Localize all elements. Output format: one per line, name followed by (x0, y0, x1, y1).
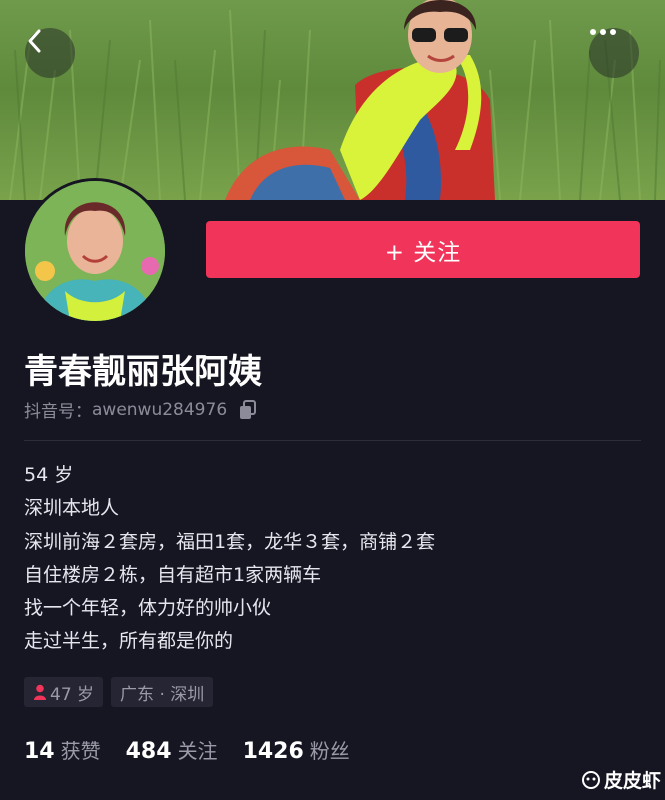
following-label: 关注 (177, 739, 218, 763)
douyin-id-value: awenwu284976 (92, 399, 228, 420)
bio-line: 自住楼房２栋，自有超市1家两辆车 (24, 563, 322, 586)
likes-count: 14 (24, 739, 55, 764)
watermark-text: 皮皮虾 (604, 770, 662, 792)
bio-line: 54 岁 (24, 464, 74, 486)
watermark: 皮皮虾 (581, 766, 661, 793)
bio-line: 深圳前海２套房，福田1套，龙华３套，商铺２套 (24, 530, 436, 553)
bio-line: 深圳本地人 (24, 497, 120, 520)
followers-count: 1426 (242, 739, 304, 764)
age-tag: 47 岁 (24, 677, 104, 707)
location-tag: 广东 · 深圳 (111, 677, 214, 707)
following-count: 484 (125, 739, 172, 764)
copy-icon[interactable] (239, 399, 257, 420)
avatar[interactable] (22, 178, 168, 324)
location-tag-label: 广东 · 深圳 (120, 684, 205, 705)
divider (24, 440, 641, 441)
back-button[interactable] (25, 28, 75, 78)
more-dots-icon (590, 29, 616, 35)
followers-stat[interactable]: 1426 粉丝 (243, 735, 350, 764)
female-person-icon (33, 684, 47, 700)
profile-bio: 54 岁 深圳本地人 深圳前海２套房，福田1套，龙华３套，商铺２套 自住楼房２栋… (24, 459, 435, 659)
profile-nickname: 青春靓丽张阿姨 (24, 352, 262, 392)
bio-line: 找一个年轻，体力好的帅小伙 (24, 597, 272, 620)
douyin-id-prefix: 抖音号： (24, 402, 92, 422)
likes-label: 获赞 (60, 739, 101, 763)
profile-tags: 47 岁 广东 · 深圳 (24, 677, 221, 707)
more-options-button[interactable] (589, 28, 639, 78)
cover-photo-illustration (9, 0, 661, 200)
age-tag-label: 47 岁 (50, 684, 95, 705)
cover-photo (0, 0, 665, 200)
chevron-left-icon (28, 29, 41, 53)
watermark-logo-icon (581, 770, 601, 790)
follow-button[interactable]: + 关注 (206, 221, 640, 278)
followers-label: 粉丝 (309, 739, 350, 763)
following-stat[interactable]: 484 关注 (126, 735, 218, 764)
likes-stat[interactable]: 14 获赞 (24, 735, 101, 764)
profile-stats: 14 获赞 484 关注 1426 粉丝 (24, 735, 375, 764)
avatar-portrait (25, 181, 165, 321)
bio-line: 走过半生，所有都是你的 (24, 630, 234, 653)
douyin-id-row: 抖音号： awenwu284976 (24, 397, 257, 422)
